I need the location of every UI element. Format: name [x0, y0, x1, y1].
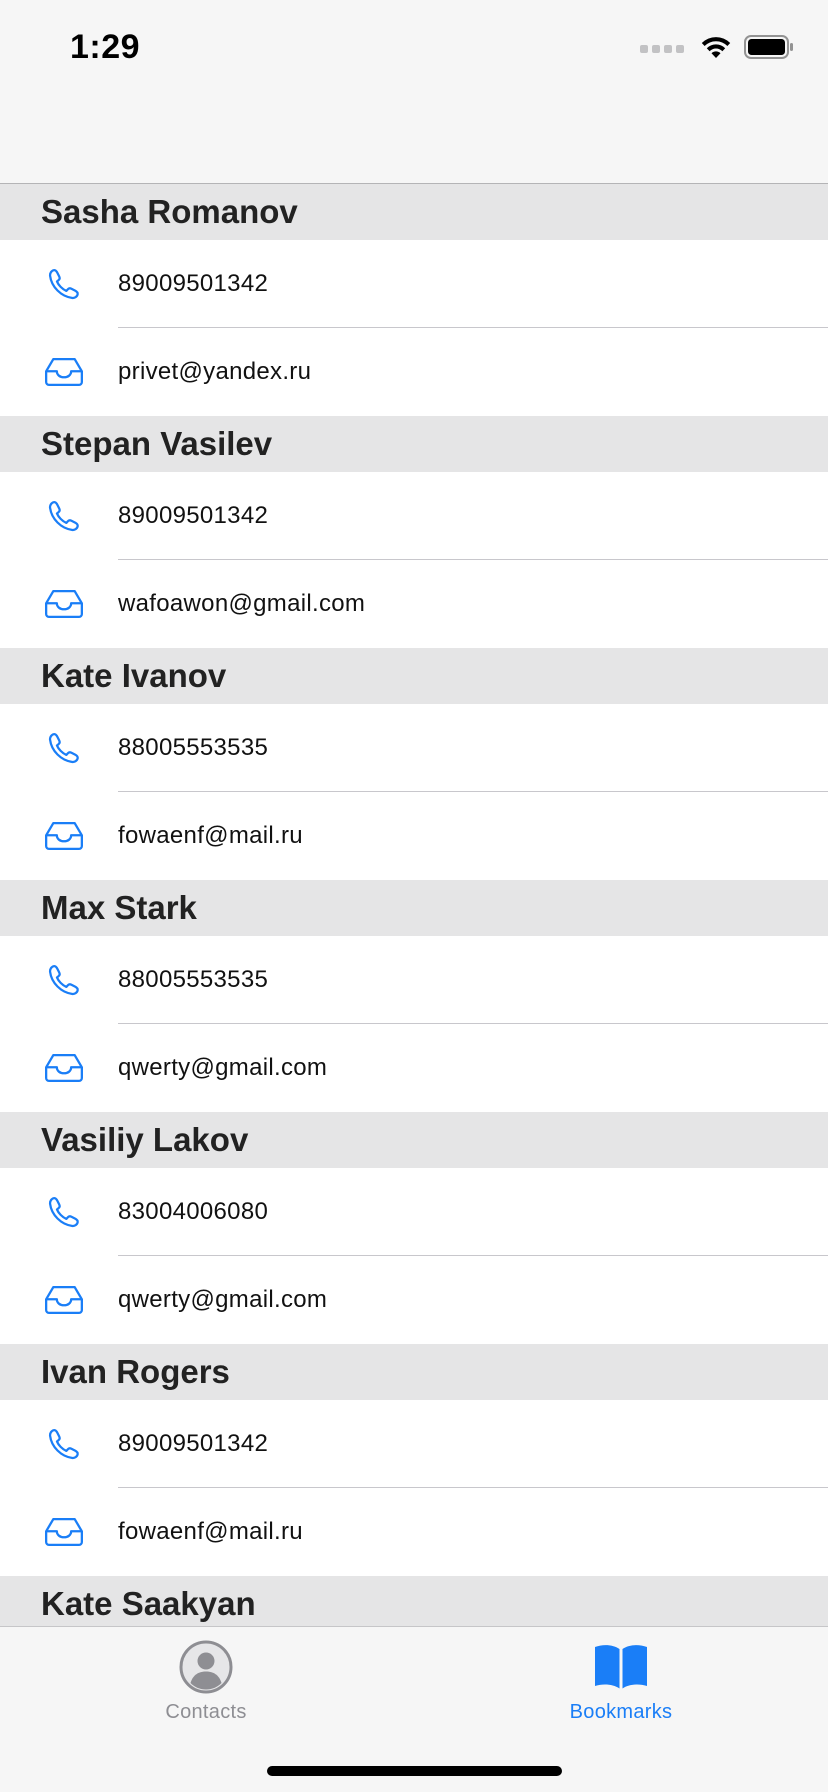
- email-address: qwerty@gmail.com: [118, 1286, 328, 1313]
- status-time: 1:29: [70, 28, 141, 66]
- phone-number: 89009501342: [118, 270, 269, 297]
- tray-icon: [42, 1278, 86, 1322]
- contact-section-header: Sasha Romanov: [0, 184, 828, 240]
- phone-icon: [42, 1190, 86, 1234]
- status-indicators: [640, 34, 794, 64]
- phone-number: 88005553535: [118, 734, 269, 761]
- wifi-icon: [700, 34, 732, 65]
- tab-label: Contacts: [165, 1701, 247, 1723]
- email-address: privet@yandex.ru: [118, 358, 312, 385]
- phone-row[interactable]: 89009501342: [0, 472, 828, 560]
- email-address: wafoawon@gmail.com: [118, 590, 366, 617]
- email-row[interactable]: wafoawon@gmail.com: [0, 560, 828, 648]
- phone-icon: [42, 494, 86, 538]
- phone-row[interactable]: 88005553535: [0, 704, 828, 792]
- tray-icon: [42, 1046, 86, 1090]
- email-row[interactable]: privet@yandex.ru: [0, 328, 828, 416]
- contact-section-header: Kate Saakyan: [0, 1576, 828, 1626]
- tray-icon: [42, 1510, 86, 1554]
- phone-row[interactable]: 89009501342: [0, 240, 828, 328]
- person-circle-icon: [178, 1639, 234, 1695]
- phone-row[interactable]: 89009501342: [0, 1400, 828, 1488]
- email-address: fowaenf@mail.ru: [118, 1518, 303, 1545]
- phone-number: 89009501342: [118, 1430, 269, 1457]
- contacts-list[interactable]: Sasha Romanov 89009501342 privet@yandex.…: [0, 184, 828, 1626]
- tray-icon: [42, 350, 86, 394]
- contact-section-header: Stepan Vasilev: [0, 416, 828, 472]
- home-indicator[interactable]: [267, 1766, 562, 1776]
- phone-icon: [42, 262, 86, 306]
- phone-row[interactable]: 83004006080: [0, 1168, 828, 1256]
- contact-section-header: Ivan Rogers: [0, 1344, 828, 1400]
- battery-icon: [744, 34, 794, 64]
- phone-number: 89009501342: [118, 502, 269, 529]
- phone-icon: [42, 958, 86, 1002]
- tab-contacts[interactable]: Contacts: [106, 1639, 306, 1724]
- email-address: fowaenf@mail.ru: [118, 822, 303, 849]
- contact-section-header: Vasiliy Lakov: [0, 1112, 828, 1168]
- contact-section-header: Max Stark: [0, 880, 828, 936]
- tab-bookmarks[interactable]: Bookmarks: [521, 1639, 721, 1724]
- email-row[interactable]: qwerty@gmail.com: [0, 1024, 828, 1112]
- phone-number: 83004006080: [118, 1198, 269, 1225]
- email-row[interactable]: qwerty@gmail.com: [0, 1256, 828, 1344]
- phone-number: 88005553535: [118, 966, 269, 993]
- status-and-navigation-bar: 1:29: [0, 0, 828, 184]
- tab-label: Bookmarks: [569, 1701, 673, 1723]
- cellular-signal-icon: [640, 45, 684, 53]
- phone-icon: [42, 1422, 86, 1466]
- phone-row[interactable]: 88005553535: [0, 936, 828, 1024]
- contact-section-header: Kate Ivanov: [0, 648, 828, 704]
- book-icon: [593, 1639, 649, 1695]
- email-row[interactable]: fowaenf@mail.ru: [0, 1488, 828, 1576]
- email-row[interactable]: fowaenf@mail.ru: [0, 792, 828, 880]
- tray-icon: [42, 814, 86, 858]
- phone-icon: [42, 726, 86, 770]
- tray-icon: [42, 582, 86, 626]
- email-address: qwerty@gmail.com: [118, 1054, 328, 1081]
